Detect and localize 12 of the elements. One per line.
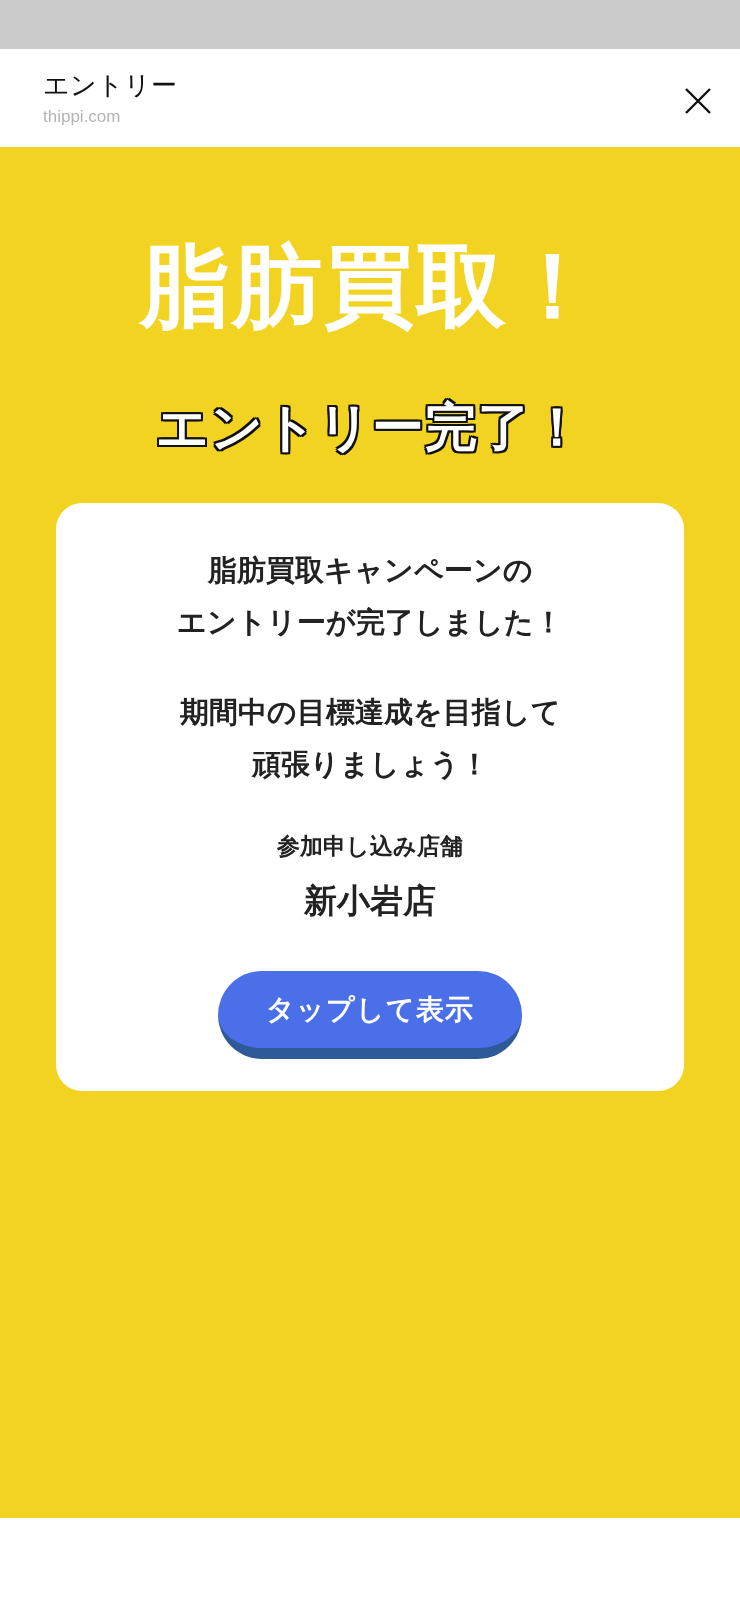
hero-title: 脂肪買取！ (140, 236, 600, 336)
store-name: 新小岩店 (304, 880, 436, 922)
close-icon (685, 88, 711, 114)
message-line: 期間中の目標達成を目指して (179, 694, 561, 731)
tap-to-show-button[interactable]: タップして表示 (218, 971, 522, 1059)
message-line: エントリーが完了しました！ (177, 604, 563, 641)
message-line: 脂肪買取キャンペーンの (207, 552, 533, 589)
message-line: 頑張りましょう！ (251, 746, 489, 783)
store-label: 参加申し込み店舗 (277, 832, 463, 861)
hero-subtitle: エントリー完了！ (156, 396, 584, 459)
domain-text: thippi.com (43, 106, 122, 128)
page-title: エントリー (43, 70, 177, 100)
